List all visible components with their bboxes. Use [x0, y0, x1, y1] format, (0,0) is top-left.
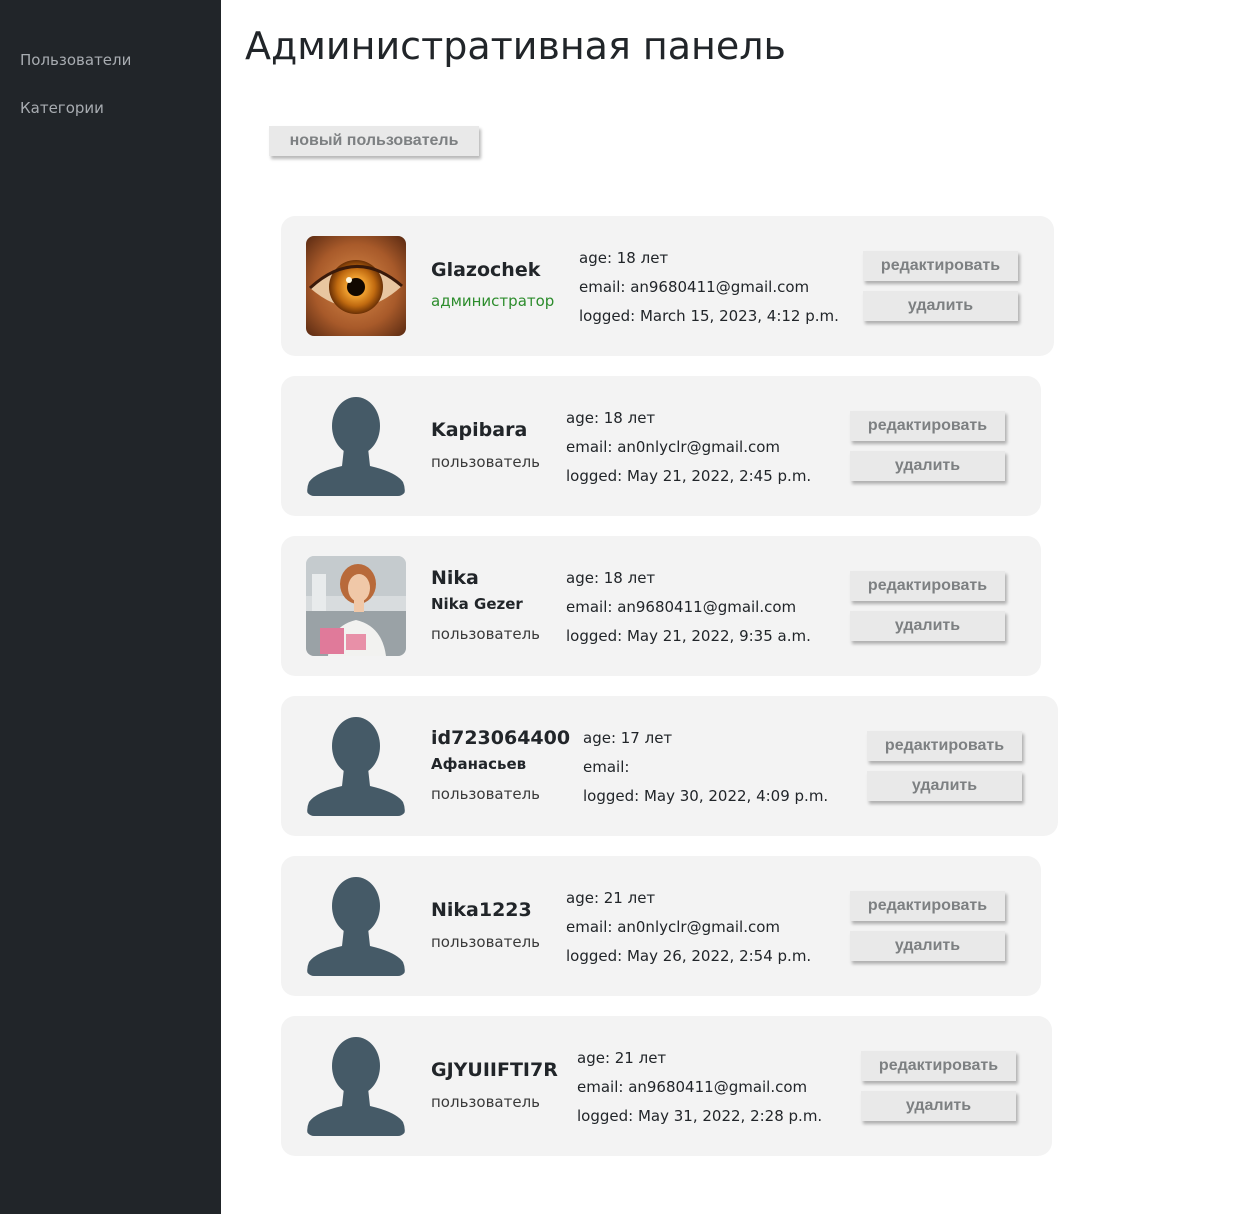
user-logged: logged: May 26, 2022, 2:54 p.m. — [566, 947, 812, 965]
sidebar: Пользователи Категории — [0, 0, 221, 1214]
user-logged: logged: March 15, 2023, 4:12 p.m. — [579, 307, 839, 325]
user-silhouette-icon — [307, 717, 405, 816]
user-card: Kapibara пользователь age: 18 лет email:… — [281, 376, 1041, 516]
sidebar-item-users[interactable]: Пользователи — [20, 51, 131, 69]
user-logged: logged: May 30, 2022, 4:09 p.m. — [583, 787, 829, 805]
user-email: email: an9680411@gmail.com — [577, 1078, 808, 1096]
user-age: age: 18 лет — [579, 249, 669, 267]
user-silhouette-icon — [307, 1037, 405, 1136]
user-email: email: an9680411@gmail.com — [566, 598, 797, 616]
user-logged: logged: May 31, 2022, 2:28 p.m. — [577, 1107, 823, 1125]
user-role: пользователь — [431, 785, 540, 803]
user-email: email: — [583, 758, 630, 776]
username: id723064400 — [431, 727, 571, 749]
delete-button[interactable]: удалить — [863, 291, 1018, 321]
user-role: пользователь — [431, 933, 540, 951]
user-card: Nika Nika Gezer пользователь age: 18 лет… — [281, 536, 1041, 676]
edit-button[interactable]: редактировать — [850, 571, 1005, 601]
delete-button[interactable]: удалить — [850, 451, 1005, 481]
avatar — [306, 716, 406, 816]
username: Glazochek — [431, 259, 541, 281]
user-logged: logged: May 21, 2022, 9:35 a.m. — [566, 627, 811, 645]
user-role: администратор — [431, 292, 555, 310]
user-role: пользователь — [431, 453, 540, 471]
delete-button[interactable]: удалить — [850, 931, 1005, 961]
user-full-name: Nika Gezer — [431, 595, 523, 613]
avatar — [306, 236, 406, 336]
user-email: email: an0nlyclr@gmail.com — [566, 438, 781, 456]
avatar — [306, 396, 406, 496]
username: Nika — [431, 567, 479, 589]
user-role: пользователь — [431, 625, 540, 643]
eye-photo-icon — [306, 236, 406, 336]
delete-button[interactable]: удалить — [861, 1091, 1016, 1121]
user-age: age: 18 лет — [566, 409, 656, 427]
user-age: age: 21 лет — [577, 1049, 667, 1067]
user-role: пользователь — [431, 1093, 540, 1111]
user-card: Nika1223 пользователь age: 21 лет email:… — [281, 856, 1041, 996]
user-card: Glazochek администратор age: 18 лет emai… — [281, 216, 1054, 356]
page-title: Административная панель — [245, 24, 786, 68]
avatar — [306, 556, 406, 656]
edit-button[interactable]: редактировать — [850, 891, 1005, 921]
user-silhouette-icon — [307, 877, 405, 976]
edit-button[interactable]: редактировать — [861, 1051, 1016, 1081]
user-age: age: 21 лет — [566, 889, 656, 907]
user-card: id723064400 Афанасьев пользователь age: … — [281, 696, 1058, 836]
edit-button[interactable]: редактировать — [863, 251, 1018, 281]
username: Kapibara — [431, 419, 528, 441]
user-full-name: Афанасьев — [431, 755, 527, 773]
avatar — [306, 876, 406, 976]
new-user-button[interactable]: новый пользователь — [269, 126, 479, 156]
user-silhouette-icon — [307, 397, 405, 496]
sidebar-item-categories[interactable]: Категории — [20, 99, 104, 117]
delete-button[interactable]: удалить — [867, 771, 1022, 801]
user-age: age: 17 лет — [583, 729, 673, 747]
user-logged: logged: May 21, 2022, 2:45 p.m. — [566, 467, 812, 485]
user-email: email: an9680411@gmail.com — [579, 278, 810, 296]
edit-button[interactable]: редактировать — [850, 411, 1005, 441]
user-email: email: an0nlyclr@gmail.com — [566, 918, 781, 936]
delete-button[interactable]: удалить — [850, 611, 1005, 641]
username: GJYUIIFTI7R — [431, 1059, 558, 1081]
edit-button[interactable]: редактировать — [867, 731, 1022, 761]
avatar — [306, 1036, 406, 1136]
user-age: age: 18 лет — [566, 569, 656, 587]
person-photo-icon — [306, 556, 406, 656]
user-card: GJYUIIFTI7R пользователь age: 21 лет ema… — [281, 1016, 1052, 1156]
username: Nika1223 — [431, 899, 532, 921]
